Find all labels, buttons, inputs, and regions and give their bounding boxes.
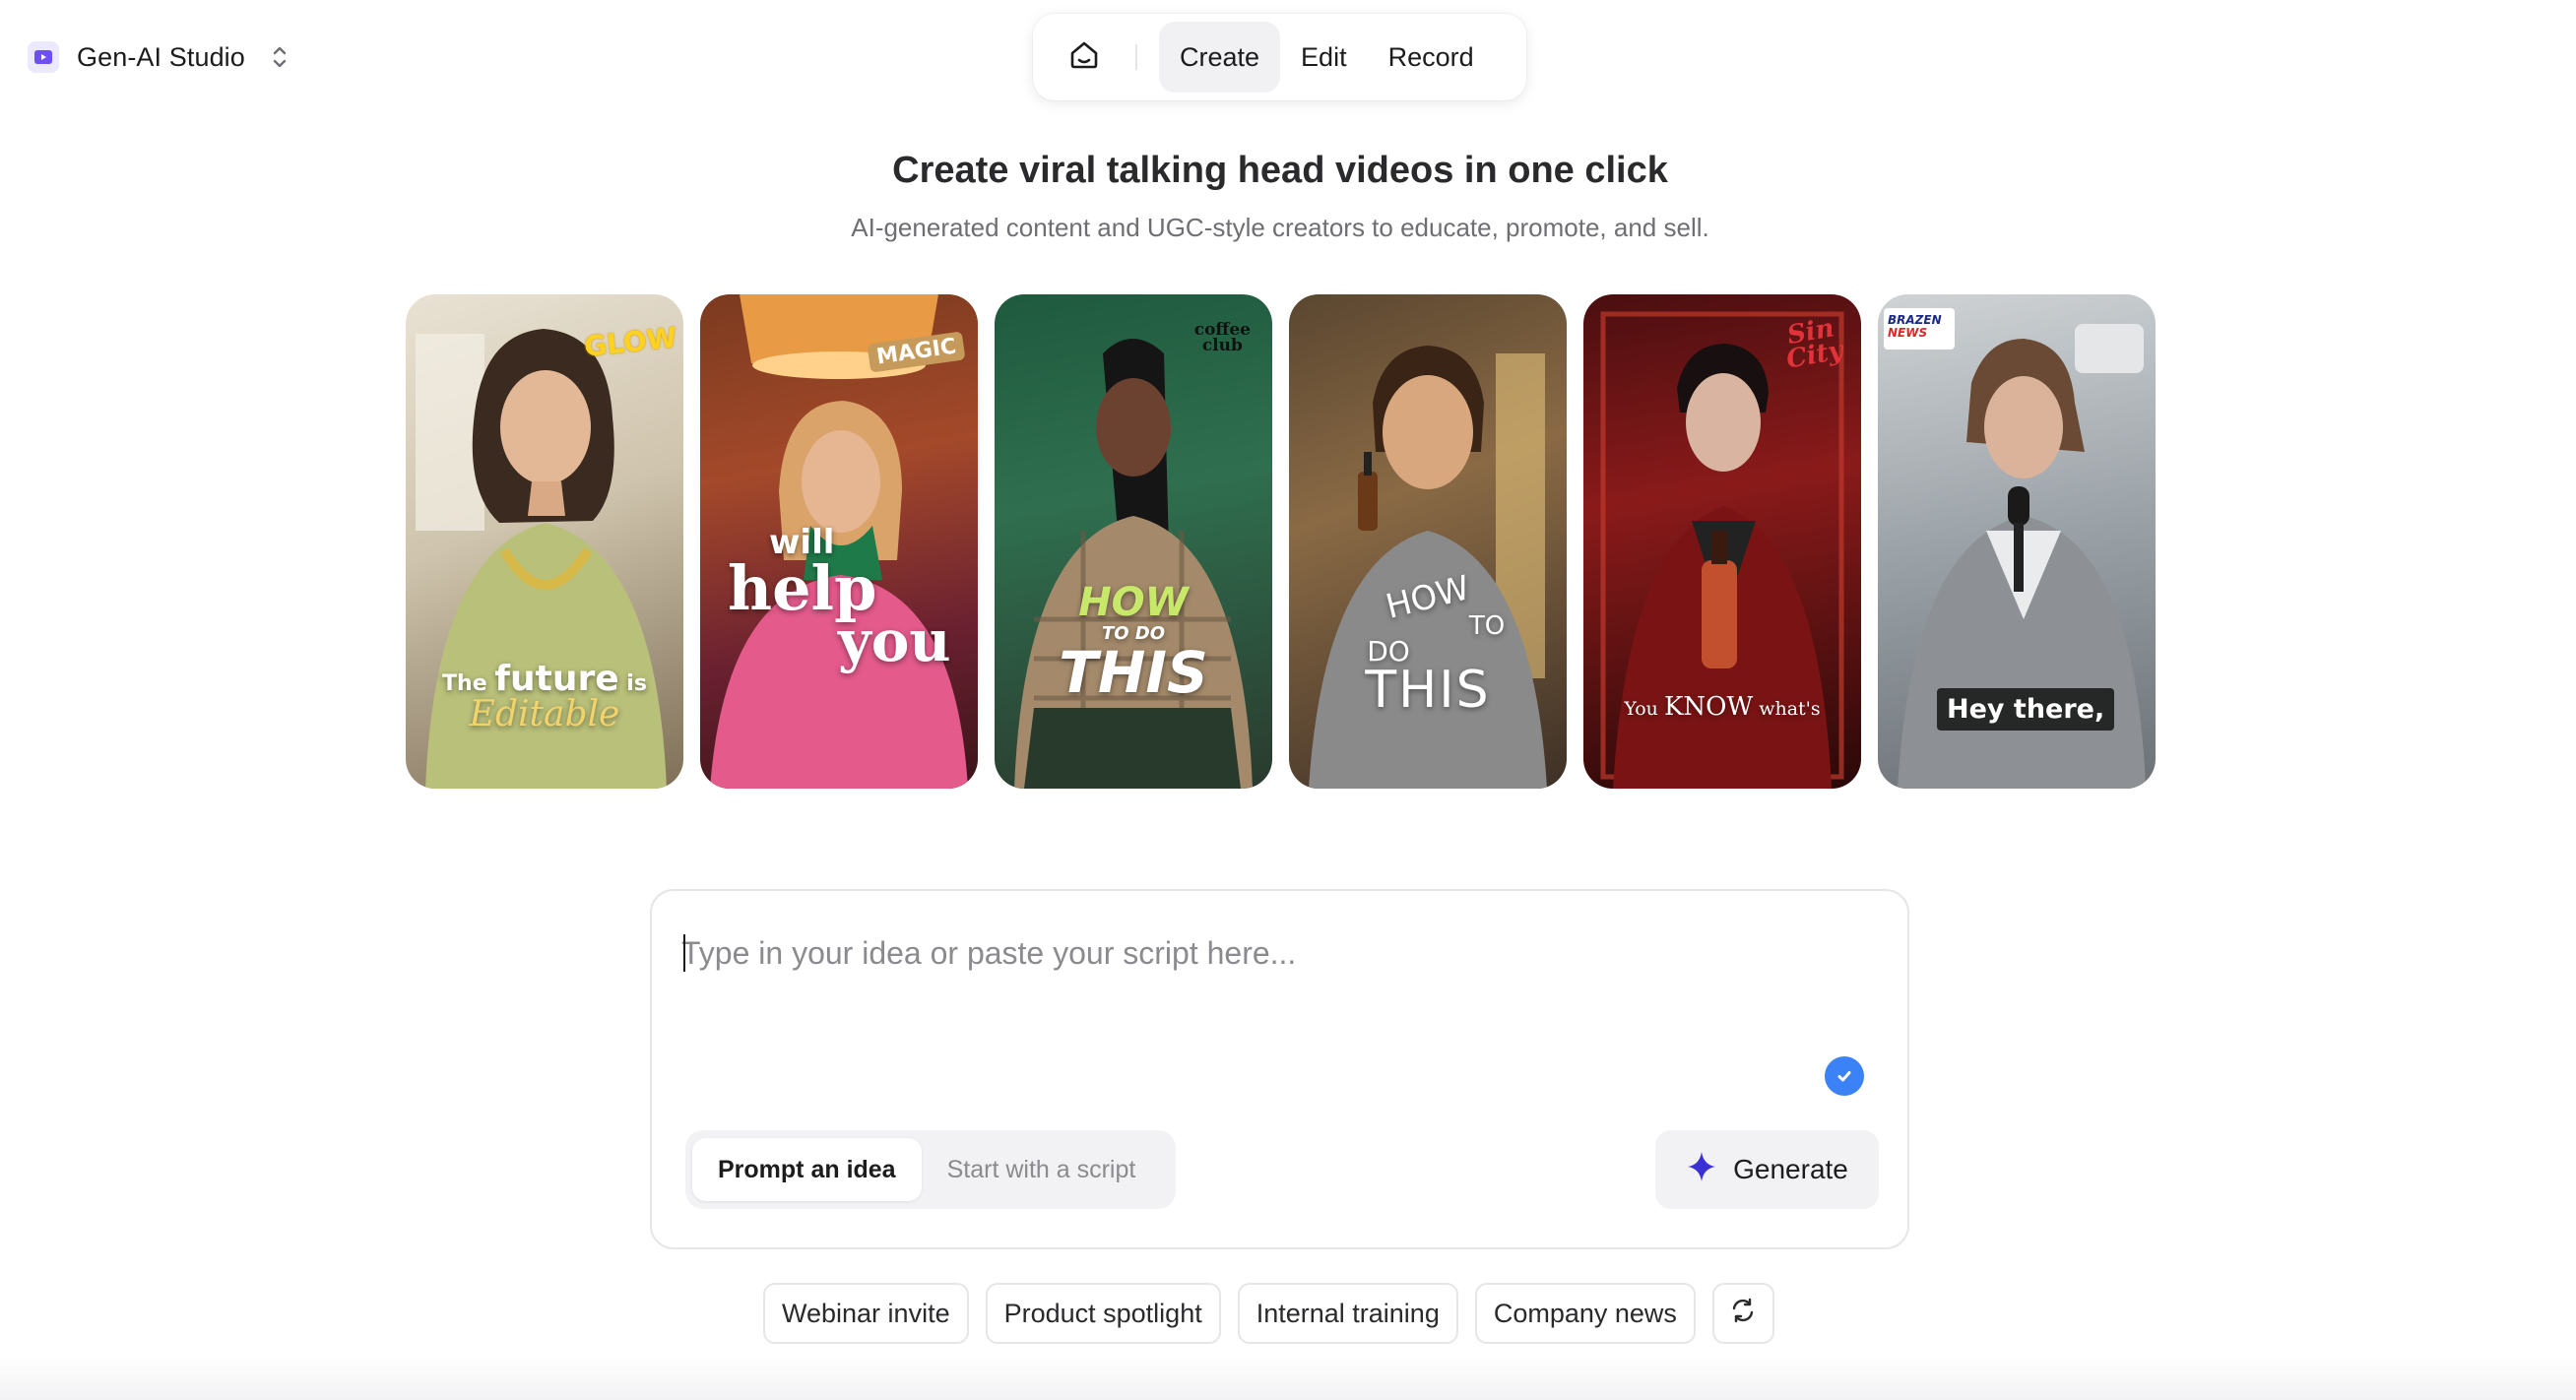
app-root: Gen-AI Studio Create Edit Record Create … [0,0,2576,1400]
play-square-icon [28,41,59,73]
generate-button[interactable]: Generate [1655,1130,1879,1209]
example-video-card-6[interactable]: BRAZEN NEWS Hey there, [1878,294,2156,789]
prompt-composer: Prompt an idea Start with a script Gener… [650,889,1909,1249]
card-caption: You KNOW what's [1583,692,1861,722]
example-video-card-1[interactable]: GLOW The future is Editable [406,294,683,789]
woman-portrait-image [710,294,968,789]
text-caret [683,934,685,972]
bottom-fade [0,1357,2576,1400]
page-title: Create viral talking head videos in one … [892,150,1668,191]
mode-start-script-button[interactable]: Start with a script [922,1138,1162,1201]
example-video-card-5[interactable]: Sin City You KNOW what's [1583,294,1861,789]
suggestion-chips: Webinar invite Product spotlight Interna… [763,1283,1774,1344]
mode-prompt-idea-button[interactable]: Prompt an idea [692,1138,922,1201]
card-caption: you [838,607,951,674]
card-caption: Hey there, [1937,688,2115,731]
suggestion-chip-company-news[interactable]: Company news [1474,1283,1696,1344]
home-icon [1067,38,1101,77]
woman-portrait-image [1014,339,1253,789]
tab-record[interactable]: Record [1368,22,1495,93]
caption-emphasis: KNOW [1663,692,1754,722]
suggestion-chip-internal-training[interactable]: Internal training [1237,1283,1458,1344]
badge-text: NEWS [1888,326,1928,340]
workspace-name: Gen-AI Studio [77,41,245,72]
prompt-mode-toggle: Prompt an idea Start with a script [685,1130,1176,1209]
sparkle-icon [1686,1150,1717,1190]
check-circle-icon[interactable] [1825,1056,1864,1096]
tab-edit[interactable]: Edit [1280,22,1368,93]
prompt-input[interactable] [681,928,1843,978]
example-video-card-4[interactable]: HOW TO DO THIS [1289,294,1567,789]
refresh-suggestions-button[interactable] [1711,1283,1774,1344]
example-video-card-3[interactable]: coffee club HOW TO DO THIS [995,294,1272,789]
nav-divider [1135,44,1137,70]
badge-text: club [1201,336,1243,355]
refresh-icon [1729,1297,1757,1331]
tab-create[interactable]: Create [1159,22,1281,93]
chevron-up-down-icon [271,43,289,71]
page-subtitle: AI-generated content and UGC-style creat… [851,213,1709,242]
workspace-switcher[interactable]: Gen-AI Studio [28,35,289,79]
caption-text: is [626,671,647,696]
card-caption: The future is [406,659,683,699]
card-badge: coffee club [1194,322,1251,355]
caption-text: The [442,671,487,696]
card-caption: HOW [1078,580,1189,625]
card-badge: BRAZEN NEWS [1884,308,1955,350]
home-button[interactable] [1047,22,1122,93]
generate-label: Generate [1733,1154,1848,1184]
caption-emphasis: future [494,659,619,699]
suggestion-chip-product-spotlight[interactable]: Product spotlight [985,1283,1221,1344]
card-caption: THIS [1059,639,1208,706]
card-caption: THIS [1365,661,1491,720]
caption-text: what's [1759,698,1821,720]
example-video-card-2[interactable]: MAGIC will help you [700,294,978,789]
top-navigation: Create Edit Record [1033,14,1526,100]
example-video-gallery: GLOW The future is Editable MAGIC will h… [406,294,2156,789]
card-caption-script: Editable [469,694,620,734]
caption-text: You [1624,698,1658,720]
suggestion-chip-webinar-invite[interactable]: Webinar invite [763,1283,969,1344]
card-badge: Sin City [1781,313,1845,374]
